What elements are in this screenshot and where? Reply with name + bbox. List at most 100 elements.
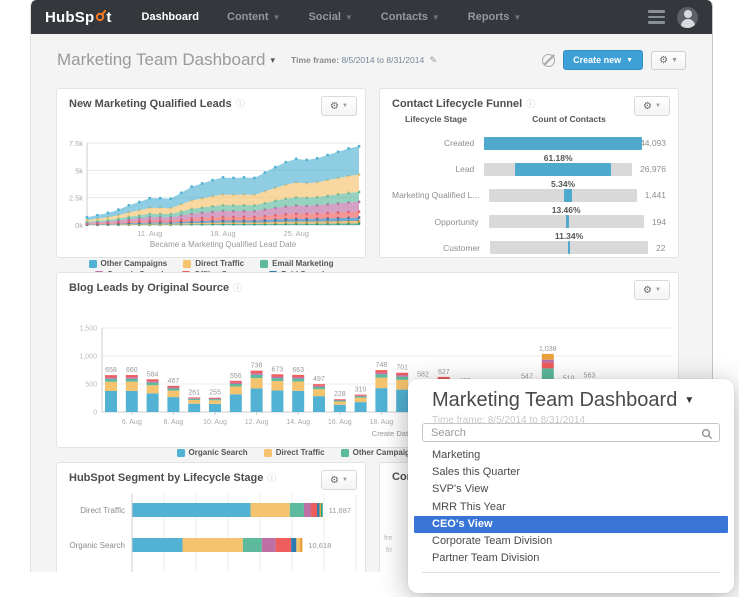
info-icon[interactable]: ⓘ <box>267 473 276 483</box>
nav-item-label: Dashboard <box>142 11 199 23</box>
legend-item[interactable]: Email Marketing <box>260 259 333 268</box>
overlay-list-item[interactable]: Sales this Quarter <box>408 464 734 481</box>
svg-text:497: 497 <box>313 376 325 383</box>
legend-item[interactable]: Organic Search <box>177 448 248 457</box>
nav-item-label: Content <box>227 11 269 23</box>
funnel-percent: 5.34% <box>489 179 636 189</box>
svg-text:18. Aug: 18. Aug <box>210 229 235 238</box>
funnel-track <box>489 189 636 202</box>
logo-text-right: t <box>106 9 111 26</box>
page-title[interactable]: Marketing Team Dashboard <box>57 50 266 70</box>
clear-icon[interactable] <box>542 54 555 67</box>
svg-text:660: 660 <box>126 367 138 374</box>
overlay-separator <box>422 572 720 573</box>
menu-icon[interactable] <box>648 10 665 24</box>
funnel-count: 1,441 <box>645 190 666 200</box>
card-new-mql: New Marketing Qualified Leadsⓘ ⚙▼ 0k 2.5k… <box>56 88 366 258</box>
legend-swatch-icon <box>341 449 349 457</box>
svg-text:0: 0 <box>93 410 97 417</box>
svg-text:582: 582 <box>417 371 429 378</box>
svg-text:14. Aug: 14. Aug <box>286 419 310 426</box>
nav-item-content[interactable]: Content ▼ <box>227 11 280 23</box>
funnel-segment <box>564 189 572 202</box>
funnel-rows: Created44,093Lead61.18%26,976Marketing Q… <box>380 130 678 261</box>
svg-text:228: 228 <box>334 391 346 398</box>
svg-text:556: 556 <box>230 373 242 380</box>
search-input[interactable] <box>423 424 719 441</box>
overlay-list-item[interactable]: MRR This Year <box>408 499 734 516</box>
legend-item[interactable]: Direct Traffic <box>264 448 325 457</box>
title-caret-icon[interactable]: ▾ <box>271 55 276 66</box>
dashboard-switcher-overlay: Marketing Team Dashboard▼ Time frame: 8/… <box>408 379 734 593</box>
svg-text:6. Aug: 6. Aug <box>122 419 142 426</box>
legend-item[interactable]: Other Campaigns <box>89 259 168 268</box>
svg-text:Organic Search: Organic Search <box>69 541 125 550</box>
caret-down-icon: ▼ <box>345 13 353 22</box>
overlay-list-item[interactable]: Marketing <box>408 447 734 464</box>
svg-text:2.5k: 2.5k <box>69 194 83 203</box>
overlay-title[interactable]: Marketing Team Dashboard▼ <box>432 389 734 412</box>
caret-down-icon: ▼ <box>626 57 633 64</box>
svg-text:1,038: 1,038 <box>539 346 557 353</box>
funnel-segment <box>568 241 570 254</box>
card-settings-button[interactable]: ⚙▼ <box>321 470 357 490</box>
nav-item-reports[interactable]: Reports▼ <box>468 11 521 23</box>
svg-text:738: 738 <box>251 363 263 370</box>
funnel-bar: 61.18% <box>484 163 632 176</box>
avatar[interactable] <box>677 7 698 28</box>
funnel-col-count: Count of Contacts <box>490 114 648 124</box>
segment-bar-chart: Direct Traffic11,887Organic Search10,618 <box>57 488 365 572</box>
legend-item[interactable]: Direct Traffic <box>183 259 244 268</box>
funnel-segment <box>484 137 642 150</box>
svg-text:673: 673 <box>272 366 284 373</box>
svg-text:0k: 0k <box>75 221 83 230</box>
label-fragment: fre <box>384 535 392 542</box>
svg-text:Became a Marketing Qualified L: Became a Marketing Qualified Lead Date <box>150 240 297 249</box>
create-new-button[interactable]: Create new▼ <box>563 50 643 70</box>
svg-text:10,618: 10,618 <box>308 541 331 550</box>
funnel-stage-label: Lead <box>392 164 474 174</box>
legend-label: Other Campaigns <box>101 259 168 268</box>
caret-down-icon: ▼ <box>671 57 678 64</box>
svg-text:Direct Traffic: Direct Traffic <box>80 506 125 515</box>
page: HubSpt DashboardContent▼Social▼Contacts▼… <box>0 0 739 597</box>
overlay-list-item[interactable]: CEO's View <box>414 516 728 533</box>
svg-text:16. Aug: 16. Aug <box>328 419 352 426</box>
card-lifecycle-funnel: Contact Lifecycle Funnelⓘ ⚙▼ Lifecycle S… <box>379 88 679 258</box>
info-icon[interactable]: ⓘ <box>236 99 245 109</box>
funnel-count: 44,093 <box>640 138 666 148</box>
nav-item-label: Contacts <box>381 11 428 23</box>
svg-text:500: 500 <box>85 382 97 389</box>
card-title: New Marketing Qualified Leadsⓘ <box>57 89 365 110</box>
overlay-list-item[interactable]: SVP's View <box>408 481 734 498</box>
card-segment-lifecycle: HubSpot Segment by Lifecycle Stageⓘ ⚙▼ D… <box>56 462 366 572</box>
funnel-stage-label: Customer <box>392 243 480 253</box>
hubspot-logo[interactable]: HubSpt <box>45 9 112 26</box>
svg-text:584: 584 <box>147 371 159 378</box>
info-icon[interactable]: ⓘ <box>526 99 535 109</box>
sprocket-icon <box>95 9 106 26</box>
card-settings-button[interactable]: ⚙▼ <box>634 96 670 116</box>
svg-text:7.5k: 7.5k <box>69 139 83 148</box>
legend-swatch-icon <box>260 260 268 268</box>
legend-label: Organic Search <box>189 448 248 457</box>
caret-down-icon: ▼ <box>432 13 440 22</box>
timeframe: Time frame: 8/5/2014 to 8/31/2014 ✎ <box>291 55 437 66</box>
overlay-list-item[interactable]: Corporate Team Division <box>408 533 734 550</box>
card-title: Blog Leads by Original Sourceⓘ <box>57 273 678 294</box>
caret-down-icon: ▼ <box>273 13 281 22</box>
edit-pencil-icon[interactable]: ✎ <box>430 55 438 65</box>
legend-label: Direct Traffic <box>195 259 244 268</box>
caret-down-icon: ▼ <box>684 395 694 406</box>
header-settings-button[interactable]: ⚙▼ <box>651 51 686 70</box>
funnel-percent: 61.18% <box>484 153 632 163</box>
nav-item-dashboard[interactable]: Dashboard <box>142 11 199 23</box>
info-icon[interactable]: ⓘ <box>233 283 242 293</box>
overlay-list-item[interactable]: Partner Team Division <box>408 550 734 567</box>
card-settings-button[interactable]: ⚙▼ <box>321 96 357 116</box>
nav-item-social[interactable]: Social▼ <box>308 11 352 23</box>
nav-item-contacts[interactable]: Contacts ▼ <box>381 11 440 23</box>
funnel-stage-label: Marketing Qualified L... <box>392 190 479 200</box>
label-fragment: fri <box>386 547 392 554</box>
card-settings-button[interactable]: ⚙▼ <box>634 280 670 300</box>
